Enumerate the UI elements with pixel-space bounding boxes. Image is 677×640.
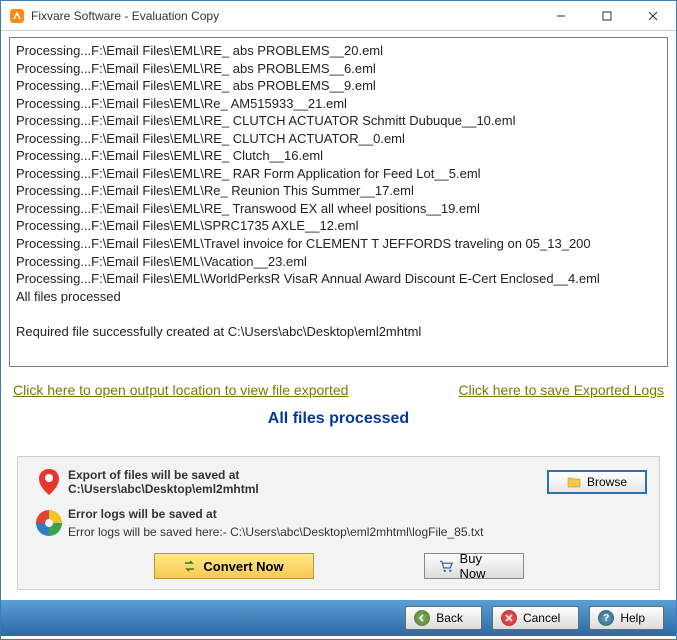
maximize-button[interactable]	[584, 1, 630, 31]
footer: Back Cancel ? Help	[1, 600, 676, 636]
window-title: Fixvare Software - Evaluation Copy	[31, 9, 538, 23]
window-controls	[538, 1, 676, 30]
convert-icon	[183, 559, 197, 573]
links-row: Click here to open output location to vi…	[9, 370, 668, 404]
settings-panel: Export of files will be saved at C:\User…	[17, 456, 660, 590]
export-label: Export of files will be saved at	[68, 468, 239, 482]
folder-icon	[567, 476, 581, 488]
export-path: C:\Users\abc\Desktop\eml2mhtml	[68, 482, 259, 496]
help-label: Help	[620, 611, 645, 625]
export-row: Export of files will be saved at C:\User…	[30, 467, 647, 497]
browse-label: Browse	[587, 475, 627, 489]
help-button[interactable]: ? Help	[589, 606, 664, 630]
close-button[interactable]	[630, 1, 676, 31]
titlebar: Fixvare Software - Evaluation Copy	[1, 1, 676, 31]
error-text: Error logs will be saved at Error logs w…	[68, 507, 647, 539]
cancel-icon	[501, 610, 517, 626]
error-row: Error logs will be saved at Error logs w…	[30, 507, 647, 539]
back-arrow-icon	[414, 610, 430, 626]
log-output[interactable]	[9, 37, 668, 367]
buy-label: Buy Now	[460, 551, 509, 581]
error-label: Error logs will be saved at	[68, 507, 217, 521]
cart-icon	[439, 559, 454, 573]
browse-button[interactable]: Browse	[547, 470, 647, 494]
convert-button[interactable]: Convert Now	[154, 553, 314, 579]
buy-button[interactable]: Buy Now	[424, 553, 524, 579]
cancel-label: Cancel	[523, 611, 560, 625]
help-icon: ?	[598, 610, 614, 626]
minimize-button[interactable]	[538, 1, 584, 31]
back-label: Back	[436, 611, 463, 625]
open-output-link[interactable]: Click here to open output location to vi…	[13, 382, 348, 398]
status-text: All files processed	[9, 404, 668, 456]
error-path: Error logs will be saved here:- C:\Users…	[68, 525, 647, 539]
convert-label: Convert Now	[203, 559, 283, 574]
pie-icon	[30, 509, 68, 537]
main-buttons: Convert Now Buy Now	[30, 553, 647, 579]
main-content: Click here to open output location to vi…	[1, 31, 676, 590]
back-button[interactable]: Back	[405, 606, 482, 630]
cancel-button[interactable]: Cancel	[492, 606, 579, 630]
location-pin-icon	[30, 467, 68, 497]
save-logs-link[interactable]: Click here to save Exported Logs	[459, 382, 664, 398]
export-text: Export of files will be saved at C:\User…	[68, 468, 547, 496]
app-icon	[9, 8, 25, 24]
